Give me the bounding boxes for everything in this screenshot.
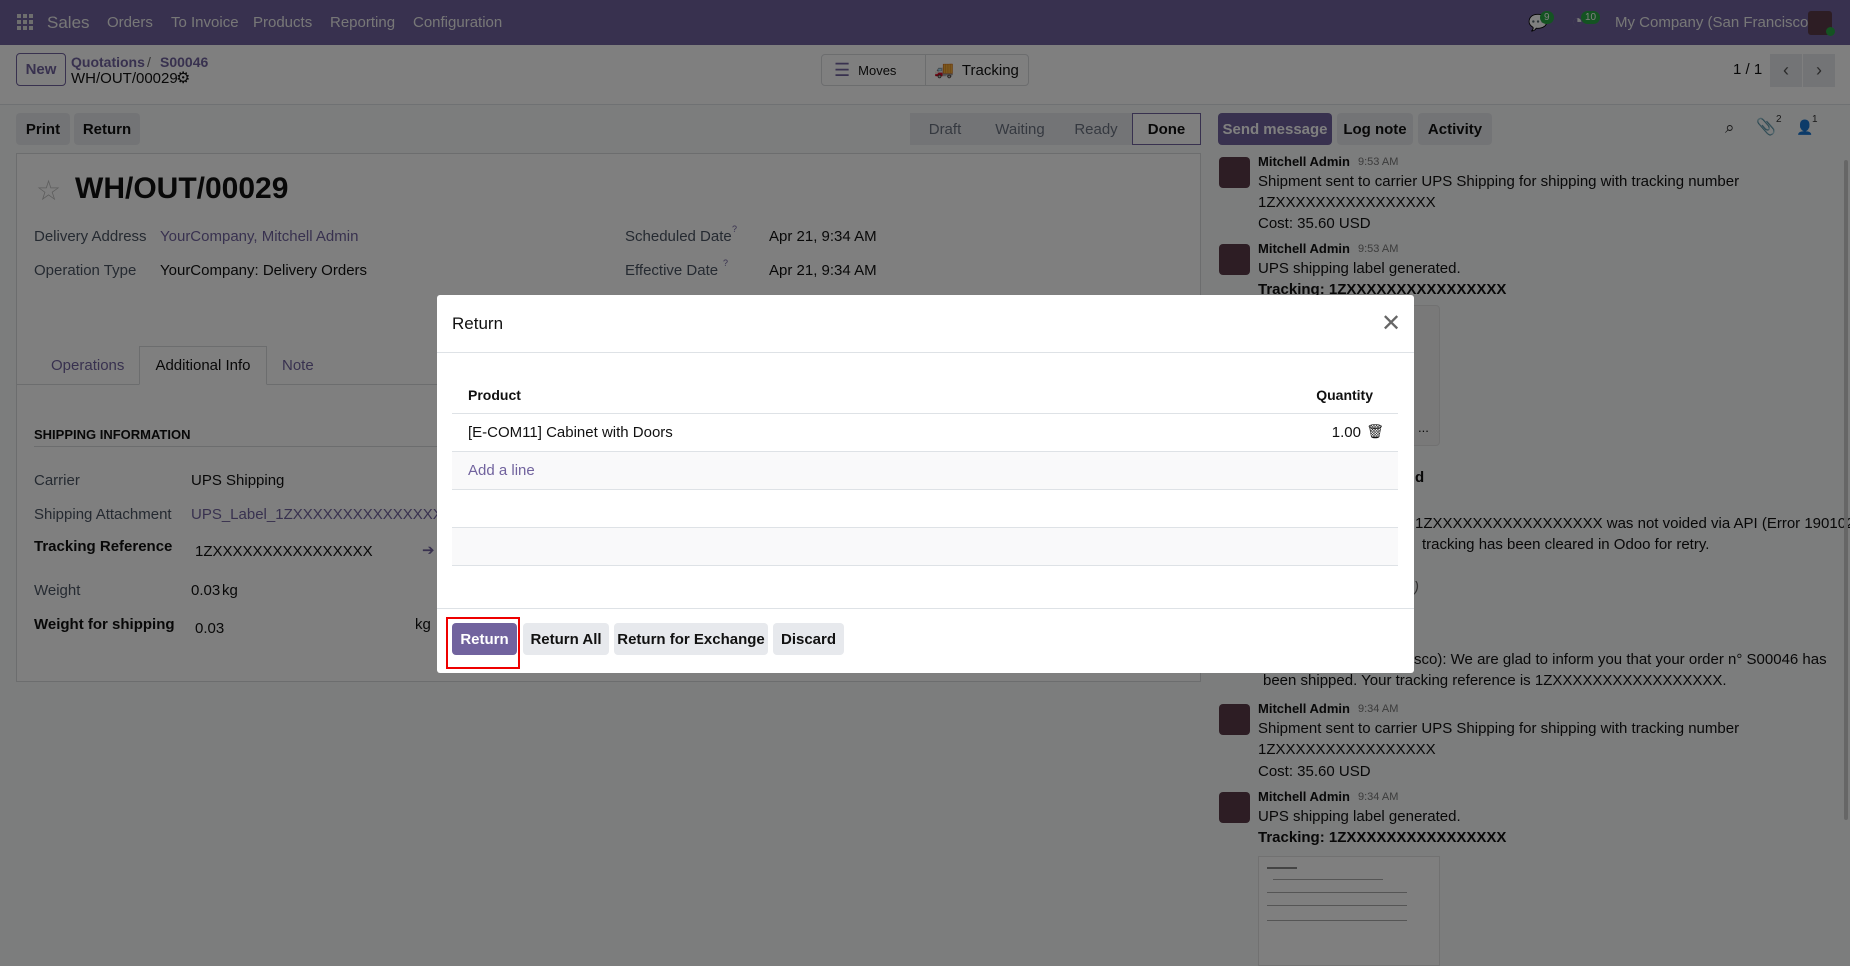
trash-icon[interactable]: 🗑 bbox=[1366, 423, 1384, 440]
return-for-exchange-button[interactable]: Return for Exchange bbox=[614, 623, 768, 655]
close-icon[interactable]: ✕ bbox=[1381, 309, 1401, 338]
return-dialog: Return ✕ Product Quantity [E-COM11] Cabi… bbox=[437, 295, 1414, 673]
empty-row bbox=[452, 528, 1398, 566]
product-cell[interactable]: [E-COM11] Cabinet with Doors bbox=[468, 424, 673, 441]
empty-row bbox=[452, 490, 1398, 528]
column-quantity: Quantity bbox=[1316, 387, 1373, 403]
dialog-title: Return bbox=[452, 314, 504, 333]
table-header: Product Quantity bbox=[452, 375, 1398, 414]
quantity-cell[interactable]: 1.00 bbox=[1332, 424, 1361, 441]
return-button[interactable]: Return bbox=[452, 623, 517, 655]
column-product: Product bbox=[468, 387, 521, 403]
add-line-row: Add a line bbox=[452, 452, 1398, 490]
add-line-link[interactable]: Add a line bbox=[468, 462, 535, 479]
discard-button[interactable]: Discard bbox=[773, 623, 844, 655]
table-row[interactable]: [E-COM11] Cabinet with Doors 1.00 🗑 bbox=[452, 414, 1398, 452]
footer-divider bbox=[437, 608, 1414, 609]
return-all-button[interactable]: Return All bbox=[523, 623, 609, 655]
header-divider bbox=[437, 352, 1414, 353]
